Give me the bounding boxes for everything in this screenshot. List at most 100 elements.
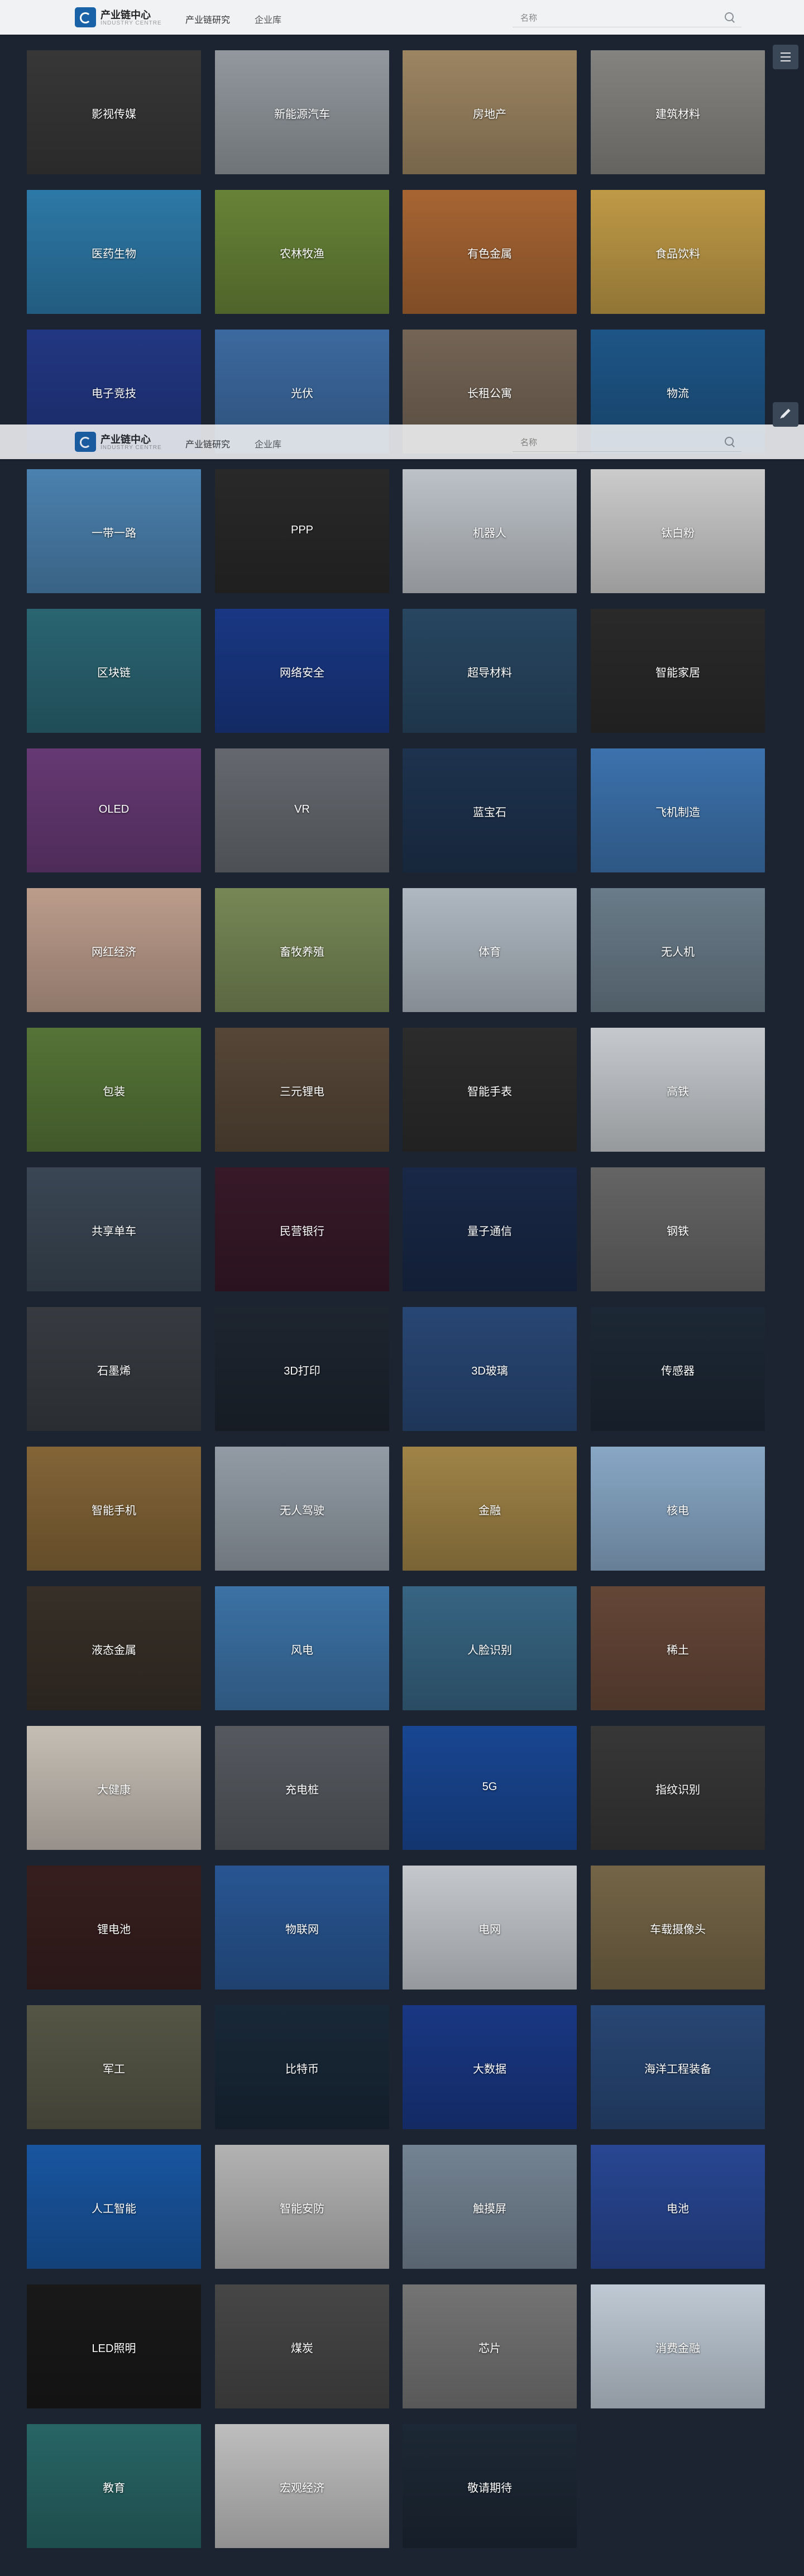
industry-tile[interactable]: 5G [403,1726,577,1850]
industry-tile[interactable]: 体育 [403,888,577,1012]
industry-tile-label: 3D打印 [284,1365,320,1377]
industry-tile[interactable]: 一带一路 [27,469,201,593]
industry-tile-label: OLED [98,803,130,815]
menu-button[interactable] [773,45,798,69]
search-input[interactable] [519,11,711,25]
logo-icon[interactable] [75,7,96,27]
industry-tile[interactable]: 有色金属 [403,190,577,314]
industry-tile[interactable]: 钛白粉 [591,469,765,593]
industry-tile-label: 电池 [667,2203,689,2215]
industry-tile[interactable]: PPP [215,469,389,593]
industry-tile[interactable]: 锂电池 [27,1866,201,1990]
industry-tile-label: 房地产 [473,108,506,121]
industry-tile[interactable]: 物联网 [215,1866,389,1990]
industry-tile[interactable]: 超导材料 [403,609,577,733]
industry-tile[interactable]: 大健康 [27,1726,201,1850]
nav-item-company-library[interactable]: 企业库 [255,437,281,450]
industry-tile-label: 包装 [103,1086,125,1098]
industry-tile[interactable]: 海洋工程装备 [591,2005,765,2129]
nav-item-research[interactable]: 产业链研究 [185,12,230,26]
industry-tile[interactable]: 大数据 [403,2005,577,2129]
search-icon[interactable] [725,12,734,21]
industry-tile-label: 石墨烯 [97,1365,131,1377]
industry-tile-label: 体育 [478,946,501,958]
industry-tile[interactable]: 芯片 [403,2284,577,2408]
industry-tile[interactable]: 智能安防 [215,2145,389,2269]
industry-tile[interactable]: 触摸屏 [403,2145,577,2269]
industry-tile[interactable]: 3D打印 [215,1307,389,1431]
industry-tile[interactable]: 农林牧渔 [215,190,389,314]
industry-tile[interactable]: 共享单车 [27,1167,201,1291]
industry-tile[interactable]: 机器人 [403,469,577,593]
industry-tile[interactable]: 人脸识别 [403,1586,577,1710]
industry-tile-label: 3D玻璃 [471,1365,508,1377]
industry-tile[interactable]: 区块链 [27,609,201,733]
industry-tile[interactable]: 军工 [27,2005,201,2129]
industry-tile-label: PPP [290,524,314,536]
top-navbar: 产业链中心 INDUSTRY CENTRE 产业链研究 企业库 [0,0,804,35]
industry-tile[interactable]: 比特币 [215,2005,389,2129]
logo-subtitle: INDUSTRY CENTRE [100,20,162,26]
industry-tile-label: 无人机 [661,946,695,958]
search-input[interactable] [519,436,711,449]
nav-item-company-library[interactable]: 企业库 [255,12,281,26]
industry-tile[interactable]: 电网 [403,1866,577,1990]
industry-tile-label: 一带一路 [92,527,136,540]
industry-tile[interactable]: OLED [27,748,201,872]
industry-tile[interactable]: 人工智能 [27,2145,201,2269]
industry-tile[interactable]: 包装 [27,1028,201,1152]
industry-tile[interactable]: 宏观经济 [215,2424,389,2548]
industry-tile[interactable]: 高铁 [591,1028,765,1152]
industry-tile[interactable]: 影视传媒 [27,50,201,174]
industry-tile[interactable]: 充电桩 [215,1726,389,1850]
industry-tile[interactable]: 教育 [27,2424,201,2548]
industry-tile[interactable]: 智能家居 [591,609,765,733]
industry-tile[interactable]: 3D玻璃 [403,1307,577,1431]
industry-tile[interactable]: 食品饮料 [591,190,765,314]
industry-tile[interactable]: VR [215,748,389,872]
industry-tile[interactable]: 蓝宝石 [403,748,577,872]
industry-tile[interactable]: 新能源汽车 [215,50,389,174]
industry-tile[interactable]: 飞机制造 [591,748,765,872]
industry-tile[interactable]: 医药生物 [27,190,201,314]
industry-tile[interactable]: 核电 [591,1447,765,1571]
industry-tile[interactable]: 无人驾驶 [215,1447,389,1571]
industry-tile[interactable]: 风电 [215,1586,389,1710]
search-icon[interactable] [725,437,734,446]
industry-tile[interactable]: 液态金属 [27,1586,201,1710]
industry-tile[interactable]: 建筑材料 [591,50,765,174]
logo-icon[interactable] [75,432,96,452]
industry-tile[interactable]: 煤炭 [215,2284,389,2408]
industry-tile[interactable]: 民营银行 [215,1167,389,1291]
industry-tile[interactable]: 三元锂电 [215,1028,389,1152]
feedback-button[interactable] [773,402,798,427]
industry-tile[interactable]: 智能手表 [403,1028,577,1152]
industry-tile-label: 锂电池 [97,1924,131,1936]
industry-tile-label: 飞机制造 [655,807,700,819]
industry-tile-label: 教育 [103,2482,125,2494]
nav-item-research[interactable]: 产业链研究 [185,437,230,450]
industry-tile[interactable]: 房地产 [403,50,577,174]
industry-tile[interactable]: 金融 [403,1447,577,1571]
industry-tile-label: 触摸屏 [473,2203,506,2215]
industry-tile-label: 无人驾驶 [280,1505,324,1517]
industry-tile[interactable]: 指纹识别 [591,1726,765,1850]
industry-tile[interactable]: 车载摄像头 [591,1866,765,1990]
industry-tile-label: 指纹识别 [655,1784,700,1796]
industry-tile[interactable]: 敬请期待 [403,2424,577,2548]
hamburger-menu-icon [781,53,791,61]
industry-tile[interactable]: LED照明 [27,2284,201,2408]
industry-tile[interactable]: 稀土 [591,1586,765,1710]
industry-tile[interactable]: 钢铁 [591,1167,765,1291]
industry-tile[interactable]: 量子通信 [403,1167,577,1291]
industry-tile[interactable]: 电池 [591,2145,765,2269]
industry-tile[interactable]: 智能手机 [27,1447,201,1571]
industry-tile[interactable]: 网红经济 [27,888,201,1012]
industry-tile[interactable]: 无人机 [591,888,765,1012]
industry-tile[interactable]: 消费金融 [591,2284,765,2408]
industry-tile[interactable]: 畜牧养殖 [215,888,389,1012]
industry-tile[interactable]: 传感器 [591,1307,765,1431]
industry-tile[interactable]: 网络安全 [215,609,389,733]
industry-tile[interactable]: 石墨烯 [27,1307,201,1431]
industry-tile-label: 大健康 [97,1784,131,1796]
